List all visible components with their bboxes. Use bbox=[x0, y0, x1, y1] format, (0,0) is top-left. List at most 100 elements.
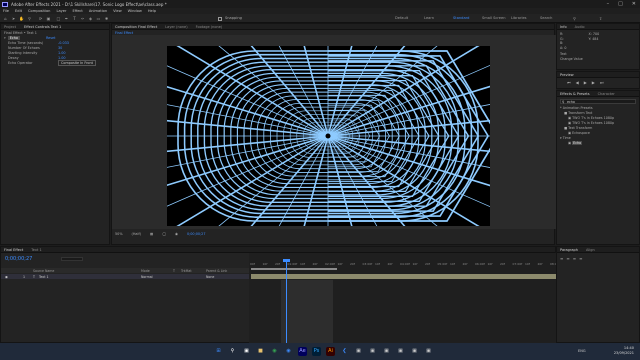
property-value[interactable]: 30 bbox=[58, 46, 62, 50]
menu-animation[interactable]: Animation bbox=[89, 9, 107, 13]
play-icon[interactable]: ▶ bbox=[584, 80, 587, 85]
layer-name[interactable]: Text 1 bbox=[39, 275, 49, 279]
camera-tool-icon[interactable]: ▣ bbox=[46, 16, 51, 21]
expand-arrow-icon[interactable]: ▾ bbox=[4, 36, 6, 40]
align-center-icon[interactable]: ≡ bbox=[566, 256, 569, 261]
reset-link[interactable]: Reset bbox=[46, 36, 55, 40]
text-tool-icon[interactable]: T bbox=[72, 16, 77, 21]
eraser-tool-icon[interactable]: ▭ bbox=[96, 16, 101, 21]
menu-edit[interactable]: Edit bbox=[15, 9, 22, 13]
workspace-default[interactable]: Default bbox=[395, 16, 424, 20]
rotate-tool-icon[interactable]: ⟳ bbox=[38, 16, 43, 21]
menu-help[interactable]: Help bbox=[148, 9, 156, 13]
layer-mode[interactable]: Normal bbox=[141, 275, 153, 279]
search-icon[interactable]: ⚲ bbox=[228, 347, 237, 356]
app-icon[interactable]: ▣ bbox=[410, 347, 419, 356]
playhead[interactable] bbox=[286, 261, 287, 343]
grid-icon[interactable]: ▦ bbox=[150, 232, 153, 236]
app-icon[interactable]: ▣ bbox=[354, 347, 363, 356]
tab-info[interactable]: Info bbox=[560, 25, 567, 29]
work-area-bar[interactable] bbox=[251, 268, 337, 270]
home-icon[interactable]: ⌂ bbox=[3, 16, 8, 21]
photoshop-taskbar-icon[interactable]: Ps bbox=[312, 347, 321, 356]
clone-tool-icon[interactable]: ◈ bbox=[88, 16, 93, 21]
menu-composition[interactable]: Composition bbox=[28, 9, 50, 13]
menu-view[interactable]: View bbox=[113, 9, 122, 13]
property-value[interactable]: -0.033 bbox=[58, 41, 69, 45]
puppet-tool-icon[interactable]: ✹ bbox=[104, 16, 109, 21]
menu-layer[interactable]: Layer bbox=[56, 9, 66, 13]
composition-viewer[interactable] bbox=[112, 35, 556, 229]
shape-tool-icon[interactable]: □ bbox=[56, 16, 61, 21]
minimize-icon[interactable]: – bbox=[607, 1, 610, 7]
maximize-icon[interactable]: □ bbox=[618, 1, 623, 7]
align-right-icon[interactable]: ≡ bbox=[573, 256, 576, 261]
hand-tool-icon[interactable]: ✋ bbox=[19, 16, 24, 21]
timeline-track-area[interactable]: 00f 10f 20f 01:00f 10f 20f 02:00f 10f 20f 03:00f 1… bbox=[249, 253, 560, 343]
mask-icon[interactable]: ◯ bbox=[162, 232, 166, 236]
tab-final-effect[interactable]: Final Effect bbox=[4, 248, 23, 252]
menu-effect[interactable]: Effect bbox=[72, 9, 82, 13]
viewer-timecode[interactable]: 0;00;00;27 bbox=[187, 232, 206, 236]
tree-item[interactable]: ▣ Echo bbox=[560, 141, 639, 146]
align-left-icon[interactable]: ≡ bbox=[560, 256, 563, 261]
tab-effect-controls[interactable]: Effect Controls Text 1 bbox=[24, 25, 61, 29]
chrome-icon[interactable]: ◉ bbox=[270, 347, 279, 356]
next-frame-icon[interactable]: ▶ bbox=[592, 80, 595, 85]
tab-effects-presets[interactable]: Effects & Presets bbox=[560, 92, 590, 96]
property-value[interactable]: 1.00 bbox=[58, 51, 66, 55]
comp-subtab[interactable]: Final Effect bbox=[115, 31, 133, 35]
previous-frame-icon[interactable]: ◀ bbox=[576, 80, 579, 85]
layer-duration-bar[interactable] bbox=[251, 274, 557, 279]
after-effects-taskbar-icon[interactable]: Ae bbox=[298, 347, 307, 356]
snapping-checkbox[interactable] bbox=[218, 16, 222, 21]
resolution-dropdown[interactable]: (Half) bbox=[132, 232, 141, 236]
workspace-learn[interactable]: Learn bbox=[424, 16, 453, 20]
tab-project[interactable]: Project bbox=[4, 25, 16, 29]
justify-icon[interactable]: ≡ bbox=[579, 256, 582, 261]
pen-tool-icon[interactable]: ✒ bbox=[64, 16, 69, 21]
workspace-small-screen[interactable]: Small Screen bbox=[482, 16, 511, 20]
tab-layer[interactable]: Layer (none) bbox=[165, 25, 187, 29]
app-icon[interactable]: ▣ bbox=[368, 347, 377, 356]
tab-text-1[interactable]: Text 1 bbox=[31, 248, 41, 252]
layer-parent[interactable]: None bbox=[206, 275, 214, 279]
last-frame-icon[interactable]: ⏭ bbox=[600, 80, 604, 85]
first-frame-icon[interactable]: ⏮ bbox=[567, 80, 571, 85]
menu-file[interactable]: File bbox=[3, 9, 9, 13]
task-view-icon[interactable]: ▣ bbox=[242, 347, 251, 356]
snapshot-icon[interactable]: ◉ bbox=[175, 232, 178, 236]
tab-align[interactable]: Align bbox=[586, 248, 595, 252]
share-icon[interactable]: ⇧ bbox=[598, 16, 603, 21]
tab-footage[interactable]: Footage (none) bbox=[196, 25, 223, 29]
system-clock[interactable]: 14:40 23/09/2021 bbox=[614, 346, 634, 356]
vscode-icon[interactable]: ❮ bbox=[340, 347, 349, 356]
tab-preview[interactable]: Preview bbox=[560, 73, 574, 77]
tab-composition[interactable]: Composition Final Effect bbox=[115, 25, 157, 29]
tab-paragraph[interactable]: Paragraph bbox=[560, 248, 578, 252]
visibility-icon[interactable]: ◉ bbox=[5, 275, 8, 279]
language-indicator[interactable]: ENG bbox=[578, 349, 586, 353]
zoom-tool-icon[interactable]: ⚲ bbox=[27, 16, 32, 21]
tab-character[interactable]: Character bbox=[598, 92, 615, 96]
app-icon[interactable]: ▣ bbox=[382, 347, 391, 356]
workspace-standard[interactable]: Standard bbox=[453, 16, 482, 20]
file-explorer-icon[interactable]: ■ bbox=[256, 347, 265, 356]
effects-search-input[interactable]: ⚲ echo bbox=[560, 99, 636, 104]
edge-icon[interactable]: ◉ bbox=[284, 347, 293, 356]
workspace-libraries[interactable]: Libraries bbox=[511, 16, 540, 20]
search-help-label[interactable]: Search bbox=[540, 16, 569, 20]
close-icon[interactable]: ✕ bbox=[632, 1, 636, 7]
tab-audio[interactable]: Audio bbox=[575, 25, 585, 29]
app-icon[interactable]: ▣ bbox=[396, 347, 405, 356]
selection-tool-icon[interactable]: ➤ bbox=[11, 16, 16, 21]
layer-search-input[interactable] bbox=[61, 257, 83, 261]
search-icon[interactable]: ⚲ bbox=[572, 16, 577, 21]
illustrator-taskbar-icon[interactable]: Ai bbox=[326, 347, 335, 356]
composition-canvas[interactable] bbox=[167, 46, 490, 226]
menu-window[interactable]: Window bbox=[128, 9, 142, 13]
echo-operator-dropdown[interactable]: Composite In Front bbox=[58, 59, 96, 66]
table-row[interactable]: ◉ 1 T Text 1 Normal None bbox=[1, 274, 249, 279]
app-icon[interactable]: ▣ bbox=[424, 347, 433, 356]
brush-tool-icon[interactable]: ✑ bbox=[80, 16, 85, 21]
